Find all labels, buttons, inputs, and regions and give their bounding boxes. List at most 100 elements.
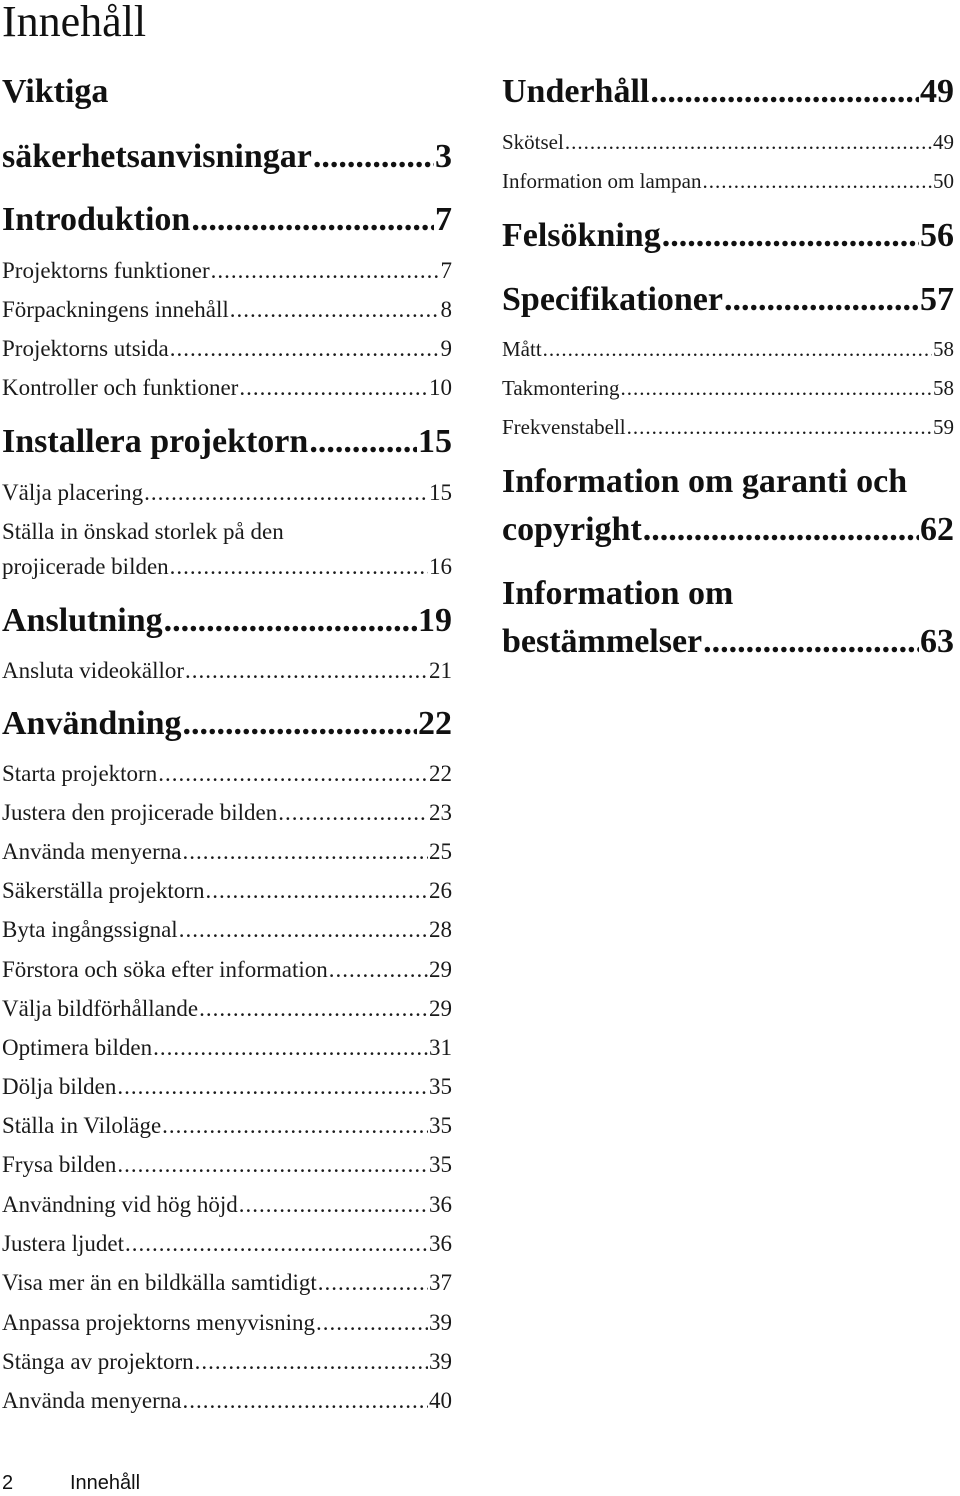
leader-dots	[185, 656, 428, 686]
toc-entry-label: Installera projektorn	[2, 423, 309, 460]
toc-entry-label: copyright	[502, 511, 642, 548]
toc-entry[interactable]: copyright 62	[502, 510, 954, 550]
toc-entry[interactable]: Använda menyerna 25	[2, 837, 452, 867]
toc-entry[interactable]: Använda menyerna 40	[2, 1386, 452, 1416]
toc-entry[interactable]: Säkerställa projektorn 26	[2, 876, 452, 906]
toc-entry-label: Stänga av projektorn	[2, 1349, 194, 1374]
toc-entry-label: Projektorns funktioner	[2, 258, 210, 283]
toc-entry[interactable]: Frysa bilden 35	[2, 1150, 452, 1180]
toc-entry[interactable]: Underhåll 49	[502, 72, 954, 112]
toc-entry[interactable]: Projektorns funktioner 7	[2, 256, 452, 286]
toc-entry[interactable]: Specifikationer 57	[502, 280, 954, 320]
toc-entry-page: 28	[429, 917, 452, 942]
footer-page-number: 2	[2, 1472, 14, 1494]
leader-dots	[543, 335, 932, 363]
toc-entry-page: 15	[418, 423, 452, 460]
toc-entry[interactable]: Optimera bilden 31	[2, 1033, 452, 1063]
toc-entry-page: 29	[429, 957, 452, 982]
toc-entry-page: 58	[933, 337, 954, 361]
toc-entry-label: Anslutning	[2, 602, 163, 639]
toc-entry[interactable]: Välja bildförhållande 29	[2, 994, 452, 1024]
toc-entry[interactable]: Justera ljudet 36	[2, 1229, 452, 1259]
toc-entry[interactable]: Välja placering 15	[2, 478, 452, 508]
leader-dots	[144, 478, 428, 508]
toc-entry[interactable]: Ställa in Viloläge 35	[2, 1111, 452, 1141]
toc-entry[interactable]: Mått 58	[502, 335, 954, 363]
leader-dots	[329, 955, 428, 985]
toc-entry[interactable]: Användning vid hög höjd 36	[2, 1190, 452, 1220]
toc-entry-label: Ansluta videokällor	[2, 658, 185, 683]
leader-dots	[125, 1229, 428, 1259]
toc-entry-page: 63	[920, 623, 954, 660]
toc-entry[interactable]: Frekvenstabell 59	[502, 413, 954, 441]
toc-entry-label: Optimera bilden	[2, 1035, 153, 1060]
toc-entry-label: projicerade bilden	[2, 554, 169, 579]
toc-entry-line1[interactable]: Ställa in önskad storlek på den	[2, 517, 284, 547]
toc-entry-page: 23	[429, 800, 452, 825]
toc-entry[interactable]: Projektorns utsida 9	[2, 334, 452, 364]
toc-entry-line1[interactable]: Information om garanti och	[502, 462, 907, 502]
toc-entry[interactable]: Användning 22	[2, 704, 452, 744]
toc-entry-label: Visa mer än en bildkälla samtidigt	[2, 1270, 317, 1295]
toc-entry[interactable]: Byta ingångssignal 28	[2, 915, 452, 945]
page-footer: 2 Innehåll	[2, 1470, 140, 1496]
toc-entry-page: 29	[429, 996, 452, 1021]
toc-entry[interactable]: Stänga av projektorn 39	[2, 1347, 452, 1377]
leader-dots	[278, 798, 428, 828]
toc-entry[interactable]: Ansluta videokällor 21	[2, 656, 452, 686]
toc-entry-label: Välja bildförhållande	[2, 996, 199, 1021]
leader-dots	[182, 837, 428, 867]
toc-entry[interactable]: Kontroller och funktioner 10	[2, 373, 452, 403]
toc-entry[interactable]: Information om lampan 50	[502, 167, 954, 195]
toc-entry[interactable]: Justera den projicerade bilden 23	[2, 798, 452, 828]
toc-entry[interactable]: Starta projektorn 22	[2, 759, 452, 789]
toc-entry-page: 9	[440, 336, 453, 361]
toc-entry[interactable]: projicerade bilden 16	[2, 552, 452, 582]
toc-entry-line1[interactable]: Viktiga	[2, 72, 108, 112]
toc-entry[interactable]: säkerhetsanvisningar 3	[2, 137, 452, 177]
leader-dots	[183, 704, 417, 744]
toc-entry-label: Använda menyerna	[2, 1388, 182, 1413]
toc-entry-label: Information om lampan	[502, 169, 702, 193]
toc-entry-label: Dölja bilden	[2, 1074, 117, 1099]
toc-entry-label: Användning	[2, 705, 182, 742]
toc-entry-label: Skötsel	[502, 130, 564, 154]
leader-dots	[230, 295, 440, 325]
leader-dots	[621, 374, 933, 402]
toc-entry-label: Använda menyerna	[2, 839, 182, 864]
toc-entry[interactable]: Anpassa projektorns menyvisning 39	[2, 1308, 452, 1338]
toc-entry[interactable]: Introduktion 7	[2, 200, 452, 240]
leader-dots	[702, 167, 932, 195]
leader-dots	[211, 256, 440, 286]
toc-entry[interactable]: Dölja bilden 35	[2, 1072, 452, 1102]
toc-entry[interactable]: bestämmelser 63	[502, 622, 954, 662]
toc-entry[interactable]: Förpackningens innehåll 8	[2, 295, 452, 325]
leader-dots	[164, 601, 417, 641]
leader-dots	[627, 413, 932, 441]
leader-dots	[724, 280, 919, 320]
toc-entry[interactable]: Förstora och söka efter information 29	[2, 955, 452, 985]
toc-entry[interactable]: Takmontering 58	[502, 374, 954, 402]
toc-entry-page: 31	[429, 1035, 452, 1060]
leader-dots	[117, 1072, 428, 1102]
leader-dots	[318, 1268, 428, 1298]
toc-entry-line1[interactable]: Information om	[502, 574, 733, 614]
toc-entry-label: Justera ljudet	[2, 1231, 124, 1256]
toc-entry-label: Mått	[502, 337, 542, 361]
leader-dots	[239, 373, 428, 403]
toc-entry-page: 40	[429, 1388, 452, 1413]
toc-entry-page: 35	[429, 1074, 452, 1099]
toc-entry-label: Förpackningens innehåll	[2, 297, 229, 322]
toc-entry-label: Specifikationer	[502, 281, 723, 318]
toc-entry-page: 22	[429, 761, 452, 786]
toc-entry-page: 16	[429, 554, 452, 579]
toc-entry-label: bestämmelser	[502, 623, 703, 660]
toc-entry[interactable]: Visa mer än en bildkälla samtidigt 37	[2, 1268, 452, 1298]
toc-entry[interactable]: Installera projektorn 15	[2, 422, 452, 462]
toc-entry[interactable]: Skötsel 49	[502, 128, 954, 156]
toc-entry[interactable]: Felsökning 56	[502, 216, 954, 256]
toc-entry-page: 35	[429, 1152, 452, 1177]
leader-dots	[158, 759, 428, 789]
toc-entry-page: 7	[440, 258, 453, 283]
toc-entry[interactable]: Anslutning 19	[2, 601, 452, 641]
